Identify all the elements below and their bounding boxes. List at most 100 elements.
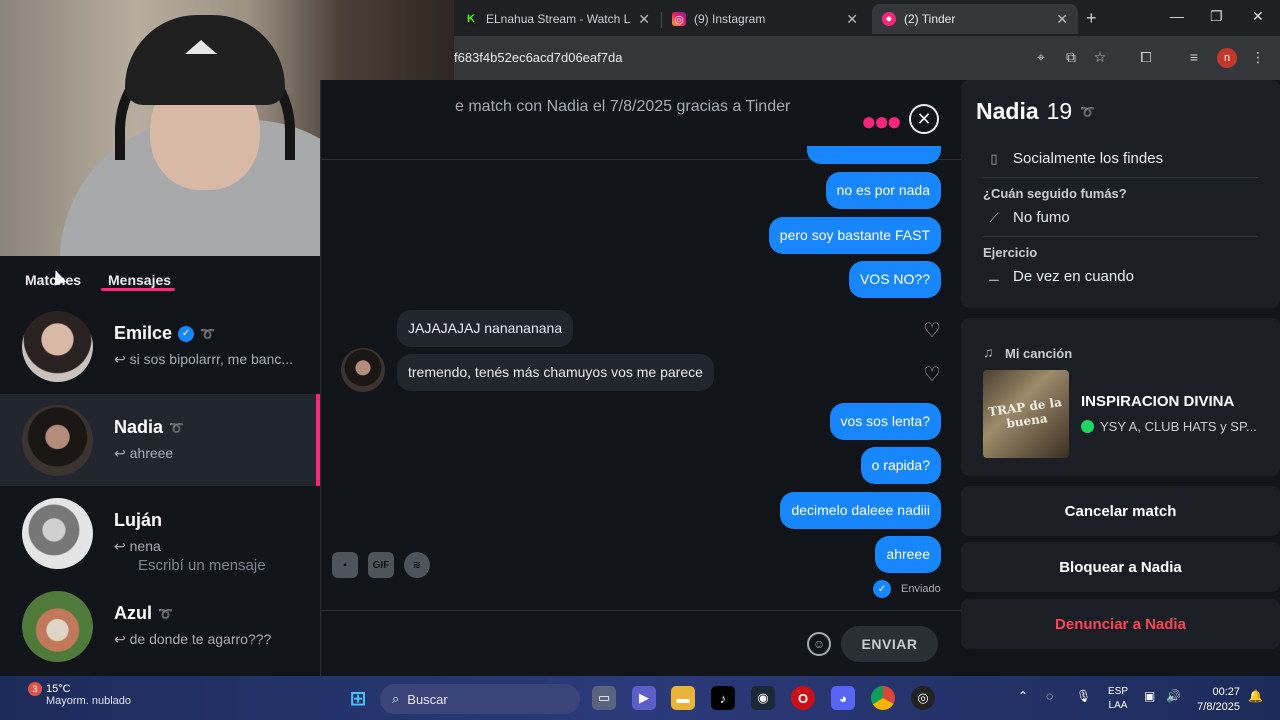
avatar	[22, 311, 93, 382]
conversation-last-message: ↩ ahreee	[114, 445, 174, 461]
tiktok-icon[interactable]: ♪	[711, 686, 735, 710]
minimize-icon[interactable]: —	[1170, 8, 1184, 24]
location-icon[interactable]: ⌖	[1031, 47, 1051, 67]
match-info-text: e match con Nadia el 7/8/2025 gracias a …	[455, 98, 791, 115]
delivery-status-text: Enviado	[901, 583, 941, 595]
profile-info-card: Nadia 19 ➰ ▯ Socialmente los findes ¿Cuá…	[961, 80, 1280, 308]
smoking-row: ⟋ No fumo	[985, 209, 1070, 226]
message-bubble-sent: vos sos lenta?	[829, 403, 941, 440]
kick-icon: K	[464, 12, 478, 26]
task-view-icon[interactable]: ▭	[592, 686, 616, 710]
url-field[interactable]: f683f4b52ec6acd7d06eaf7da	[454, 50, 622, 65]
weather-temp: 15°C	[46, 683, 71, 695]
conversation-name: Emilce ✓ ➰	[114, 323, 215, 344]
more-options-icon[interactable]: ●●●	[861, 106, 902, 137]
divider	[983, 236, 1258, 237]
extensions-icon[interactable]: ⧠	[1136, 47, 1156, 67]
taskbar-search[interactable]: ⌕ Buscar	[380, 684, 580, 714]
emoji-icon[interactable]: ☺	[807, 632, 831, 656]
steam-icon[interactable]: ◉	[751, 686, 775, 710]
message-bubble-partial	[807, 146, 941, 164]
new-tab-icon[interactable]: +	[1086, 8, 1097, 29]
avatar	[22, 498, 93, 569]
album-cover[interactable]: TRAP de la buena	[983, 370, 1069, 458]
file-explorer-icon[interactable]: ▬	[671, 686, 695, 710]
message-bubble-sent: no es por nada	[825, 172, 941, 209]
song-title: INSPIRACION DIVINA	[1081, 393, 1235, 410]
message-input[interactable]	[138, 553, 478, 577]
cigarette-icon: ⟋	[989, 209, 999, 225]
conversation-item-emilce[interactable]: Emilce ✓ ➰ ↩ si sos bipolarrr, me banc..…	[0, 300, 320, 392]
wave-icon: ➰	[200, 326, 215, 341]
report-button[interactable]: Denunciar a Nadia	[961, 599, 1280, 649]
profile-avatar[interactable]: n	[1217, 48, 1237, 68]
conversation-name: Nadia ➰	[114, 417, 184, 438]
volume-icon[interactable]: 🔊	[1166, 689, 1181, 703]
dumbbell-icon: ⚊	[988, 268, 1000, 284]
tab-tinder[interactable]: ● (2) Tinder ✕	[872, 4, 1078, 34]
teams-icon[interactable]: ▶	[632, 686, 656, 710]
message-bubble-sent: VOS NO??	[848, 261, 941, 298]
star-icon[interactable]: ☆	[1090, 47, 1110, 67]
weather-widget[interactable]: 15°C Mayorm. nublado	[46, 683, 131, 707]
conversation-name-text: Nadia	[114, 417, 164, 437]
unmatch-button[interactable]: Cancelar match	[961, 486, 1280, 536]
tab-instagram[interactable]: ◎ (9) Instagram ✕	[662, 4, 868, 34]
conversation-name-text: Luján	[114, 510, 162, 530]
webcam-cap	[125, 15, 285, 105]
close-chat-button[interactable]: ✕	[909, 104, 939, 134]
conversation-name: Luján	[114, 510, 162, 531]
obs-icon[interactable]: ◎	[911, 686, 935, 710]
menu-icon[interactable]: ⋮	[1248, 47, 1268, 67]
tray-overflow-icon[interactable]: ⌃	[1018, 689, 1028, 703]
like-heart-icon[interactable]: ♡	[923, 362, 941, 387]
language-indicator[interactable]: ESP LAA	[1108, 685, 1128, 713]
song-artists: YSY A, CLUB HATS y SP...	[1081, 419, 1257, 434]
clock-time: 00:27	[1212, 686, 1240, 698]
network-icon[interactable]: ◌	[1046, 689, 1053, 703]
sidebar-tabs: Matches Mensajes	[0, 256, 320, 300]
conversation-last-message: ↩ si sos bipolarrr, me banc...	[114, 351, 294, 367]
system-clock[interactable]: 00:27 7/8/2025	[1190, 685, 1240, 715]
send-button[interactable]: ENVIAR	[841, 626, 938, 662]
weather-badge: 3	[28, 682, 42, 696]
clock-date: 7/8/2025	[1197, 701, 1240, 713]
profile-name-text: Nadia	[976, 98, 1039, 124]
block-button[interactable]: Bloquear a Nadia	[961, 542, 1280, 592]
last-message-text: de donde te agarro???	[129, 631, 272, 647]
close-window-icon[interactable]: ✕	[1252, 8, 1264, 25]
microphone-icon[interactable]: 🎙	[1076, 689, 1091, 703]
discord-icon[interactable]: ◕	[831, 686, 855, 710]
exercise-row: ⚊ De vez en cuando	[985, 268, 1134, 285]
close-icon[interactable]: ✕	[846, 11, 858, 28]
conversation-name: Azul ➰	[114, 603, 173, 624]
media-icon[interactable]: ≡	[1184, 47, 1204, 67]
close-icon[interactable]: ✕	[1056, 11, 1068, 28]
notification-bell-icon[interactable]: 🔔	[1248, 689, 1263, 703]
conversation-item-nadia[interactable]: Nadia ➰ ↩ ahreee	[0, 394, 320, 486]
message-bubble-received: tremendo, tenés más chamuyos vos me pare…	[397, 354, 714, 391]
restore-icon[interactable]: ❐	[1210, 8, 1223, 25]
language-code: ESP	[1108, 686, 1129, 697]
tab-elnahua-stream[interactable]: K ELnahua Stream - Watch Live ✕	[454, 4, 660, 34]
messages-tab-underline	[101, 288, 175, 291]
close-icon[interactable]: ✕	[638, 11, 650, 28]
like-heart-icon[interactable]: ♡	[923, 318, 941, 343]
wave-icon: ➰	[169, 420, 184, 435]
avatar	[22, 591, 93, 662]
conversation-item-azul[interactable]: Azul ➰ ↩ de donde te agarro???	[0, 580, 320, 672]
music-note-icon: ♫	[983, 344, 994, 360]
display-icon[interactable]: ▣	[1144, 689, 1155, 703]
tab-messages[interactable]: Mensajes	[108, 272, 171, 288]
last-message-text: ahreee	[129, 445, 174, 461]
opera-icon[interactable]: O	[791, 686, 815, 710]
windows-start-icon[interactable]: ⊞	[346, 686, 370, 710]
chrome-icon[interactable]	[871, 686, 895, 710]
tab-title: (2) Tinder	[904, 12, 956, 26]
cast-icon[interactable]: ⧉	[1061, 47, 1081, 67]
exercise-label: Ejercicio	[983, 245, 1038, 260]
sent-check-icon: ✓	[873, 580, 891, 598]
album-cover-text: TRAP de la buena	[987, 394, 1063, 431]
smoking-value: No fumo	[1013, 209, 1070, 226]
glass-icon: ▯	[990, 150, 998, 166]
